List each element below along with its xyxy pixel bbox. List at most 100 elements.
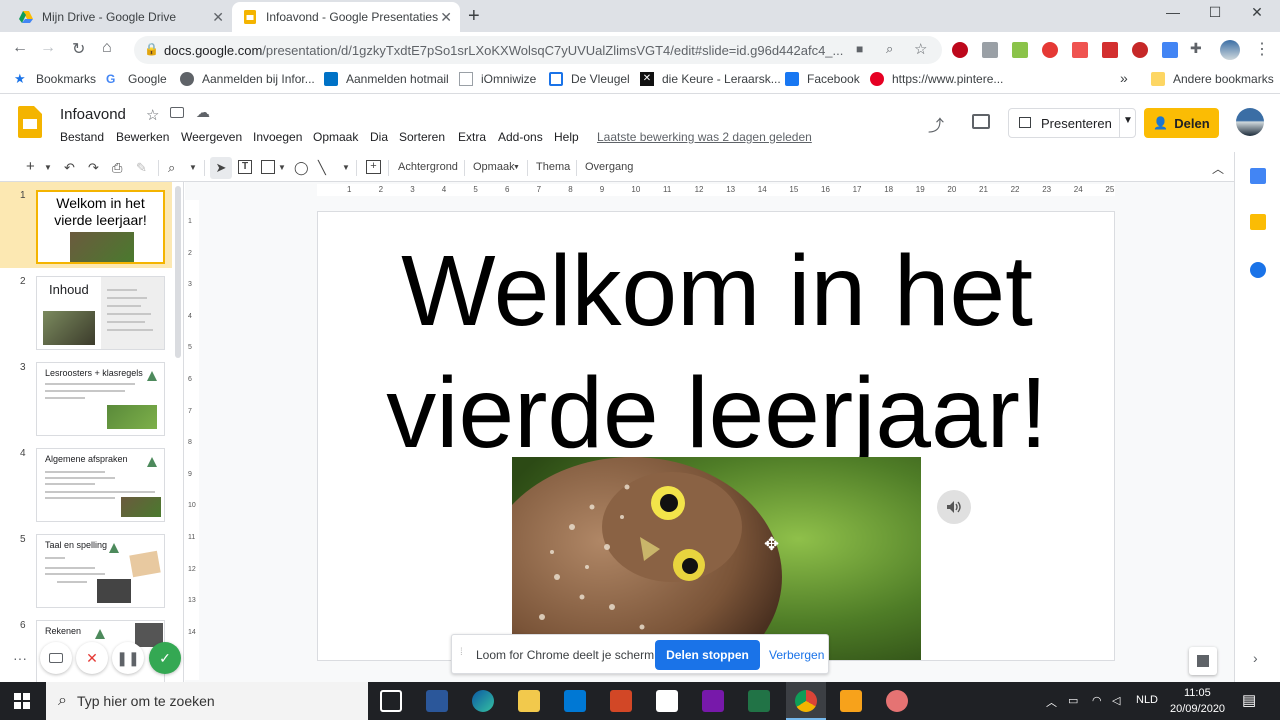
profile-avatar[interactable] (1220, 40, 1240, 60)
menu-sorteren[interactable]: Sorteren (399, 130, 445, 144)
new-tab-button[interactable]: + (468, 5, 480, 28)
print-icon[interactable]: ⎙ (112, 160, 122, 176)
slide-title[interactable]: Welkom in het vierde leerjaar! (318, 230, 1114, 474)
menu-weergeven[interactable]: Weergeven (181, 130, 242, 144)
bookmark-item[interactable]: ★ Bookmarks (14, 72, 96, 87)
language-indicator[interactable]: NLD (1136, 694, 1158, 706)
clock-date[interactable]: 20/09/2020 (1170, 703, 1225, 715)
chevron-right-icon[interactable]: › (1253, 650, 1258, 666)
format-options-button[interactable]: Opmaak (473, 161, 515, 173)
text-box-icon[interactable]: T (238, 160, 252, 174)
zoom-icon[interactable]: ⌕ (886, 41, 893, 57)
loom-camera-icon[interactable] (40, 642, 72, 674)
activity-trend-icon[interactable]: ⤴ (928, 112, 944, 136)
slide-thumbnail-row[interactable]: 4 Algemene afspraken (0, 440, 172, 526)
account-avatar[interactable] (1236, 108, 1264, 136)
stop-sharing-button[interactable]: Delen stoppen (655, 640, 760, 670)
loom-cancel-icon[interactable]: ✕ (76, 642, 108, 674)
explore-button[interactable] (1189, 647, 1217, 675)
collapse-toolbar-icon[interactable]: ︿ (1212, 160, 1224, 177)
theme-button[interactable]: Thema (536, 161, 570, 173)
transition-button[interactable]: Overgang (585, 161, 633, 173)
new-slide-icon[interactable]: + (26, 158, 35, 175)
bookmark-item[interactable]: iOmniwize (459, 72, 536, 86)
chevron-down-icon[interactable]: ▼ (44, 163, 52, 172)
share-button[interactable]: 👤 Delen (1144, 108, 1219, 138)
slide-thumbnail[interactable]: Taal en spelling (36, 534, 165, 608)
line-icon[interactable]: ╲ (318, 160, 326, 176)
slides-logo-icon[interactable] (18, 106, 42, 138)
media-player-icon[interactable] (840, 690, 862, 712)
clock-time[interactable]: 11:05 (1184, 687, 1211, 699)
keep-icon[interactable] (1250, 214, 1266, 230)
menu-extra[interactable]: Extra (458, 130, 486, 144)
bookmark-item[interactable]: Aanmelden hotmail (324, 72, 449, 86)
image-icon[interactable] (261, 160, 275, 174)
reload-icon[interactable]: ↻ (72, 39, 85, 59)
slide-thumbnail-row[interactable]: 3 Lesroosters + klasregels (0, 354, 172, 440)
extension-icon[interactable] (1132, 42, 1148, 58)
menu-bestand[interactable]: Bestand (60, 130, 104, 144)
menu-help[interactable]: Help (554, 130, 579, 144)
excel-icon[interactable] (748, 690, 770, 712)
store-icon[interactable] (656, 690, 678, 712)
slide-thumbnail[interactable]: Inhoud (36, 276, 165, 350)
menu-opmaak[interactable]: Opmaak (313, 130, 358, 144)
battery-icon[interactable]: ▭ (1068, 694, 1078, 707)
close-tab-icon[interactable]: ✕ (440, 9, 452, 26)
notifications-icon[interactable]: ▤ (1242, 691, 1256, 709)
paint-format-icon[interactable]: ✎ (136, 160, 147, 176)
chevron-down-icon[interactable]: ▼ (189, 163, 197, 172)
minimize-button[interactable]: — (1150, 4, 1196, 20)
undo-icon[interactable]: ↶ (64, 160, 75, 176)
extension-icon[interactable] (1042, 42, 1058, 58)
slide-thumbnail-row[interactable]: 1 Welkom in het vierde leerjaar! (0, 182, 172, 268)
wifi-icon[interactable]: ◠ (1092, 694, 1102, 707)
onenote-icon[interactable] (702, 690, 724, 712)
tab-google-slides[interactable]: Infoavond - Google Presentaties ✕ (232, 2, 460, 32)
last-edit-link[interactable]: Laatste bewerking was 2 dagen geleden (597, 130, 812, 144)
home-icon[interactable]: ⌂ (102, 39, 112, 57)
comments-icon[interactable] (972, 114, 990, 129)
chevron-down-icon[interactable]: ▼ (1123, 115, 1133, 126)
select-cursor-icon[interactable]: ➤ (210, 157, 232, 179)
owl-image[interactable] (512, 457, 921, 660)
close-tab-icon[interactable]: ✕ (212, 9, 224, 26)
present-button[interactable]: Presenteren ▼ (1008, 108, 1136, 138)
chevron-down-icon[interactable]: ▼ (278, 163, 286, 172)
other-bookmarks-folder[interactable]: Andere bookmarks (1151, 72, 1274, 86)
taskbar-search[interactable]: ⌕ Typ hier om te zoeken (46, 682, 368, 720)
chevron-down-icon[interactable]: ▼ (342, 163, 350, 172)
chevron-up-icon[interactable]: ︿ (1046, 694, 1057, 710)
bookmarks-overflow-button[interactable]: » (1120, 70, 1128, 86)
maximize-button[interactable]: ☐ (1192, 4, 1238, 21)
lock-icon[interactable]: 🔒 (144, 42, 159, 56)
bookmark-item[interactable]: Facebook (785, 72, 860, 86)
puzzle-icon[interactable]: ✚ (1190, 40, 1202, 57)
move-folder-icon[interactable] (170, 107, 184, 118)
loom-more-icon[interactable]: ··· (4, 642, 36, 674)
audio-speaker-icon[interactable] (937, 490, 971, 524)
slide-thumbnail[interactable]: Lesroosters + klasregels (36, 362, 165, 436)
slide-thumbnail-row[interactable]: 5 Taal en spelling (0, 526, 172, 612)
address-bar[interactable]: 🔒 docs.google.com/presentation/d/1gzkyTx… (134, 36, 942, 64)
windows-start-icon[interactable] (14, 693, 30, 709)
background-button[interactable]: Achtergrond (398, 161, 458, 173)
loom-finish-icon[interactable]: ✓ (149, 642, 181, 674)
bookmark-star-icon[interactable]: ☆ (914, 40, 927, 58)
add-comment-icon[interactable]: + (366, 160, 381, 174)
close-window-button[interactable]: ✕ (1234, 4, 1280, 21)
file-explorer-icon[interactable] (518, 690, 540, 712)
bookmark-item[interactable]: ✕ die Keure - Leraarsk... (640, 72, 781, 86)
drag-handle-icon[interactable]: ⁞ (460, 647, 463, 658)
menu-add-ons[interactable]: Add-ons (498, 130, 543, 144)
slide-canvas[interactable]: Welkom in het vierde leerjaar! ✥ (317, 211, 1115, 661)
tasks-icon[interactable] (1250, 262, 1266, 278)
extension-icon[interactable] (1162, 42, 1178, 58)
camera-icon[interactable]: ■ (856, 42, 863, 56)
bookmark-item[interactable]: Aanmelden bij Infor... (180, 72, 315, 86)
edge-icon[interactable] (472, 690, 494, 712)
word-icon[interactable] (426, 690, 448, 712)
redo-icon[interactable]: ↷ (88, 160, 99, 176)
volume-icon[interactable]: ◁ (1112, 694, 1120, 707)
